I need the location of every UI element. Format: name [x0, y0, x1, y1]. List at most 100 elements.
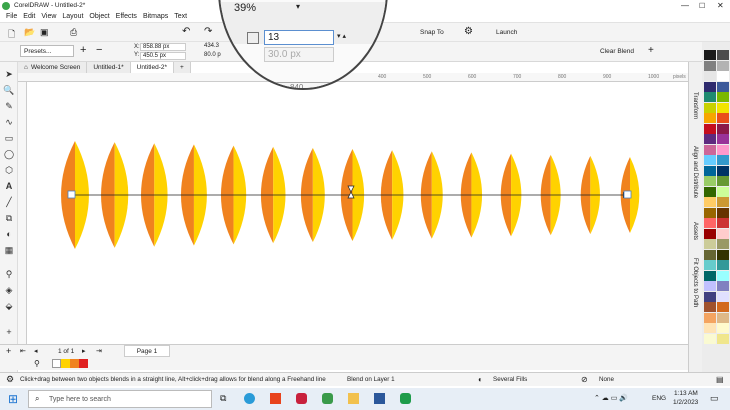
windows-start-icon[interactable]: ⊞ — [8, 392, 18, 406]
edge-icon[interactable] — [244, 393, 255, 404]
save-icon[interactable]: ▣ — [40, 27, 49, 38]
blend-group[interactable] — [27, 82, 688, 344]
palette-swatch[interactable] — [717, 249, 729, 260]
transparency-tool-icon[interactable]: ◐ — [3, 228, 15, 240]
palette-swatch[interactable] — [717, 134, 729, 144]
pattern-tool-icon[interactable]: ▦ — [3, 244, 15, 256]
y-position-field[interactable]: 450.5 px — [140, 52, 186, 60]
steps-spinner-icon[interactable]: ▾ ▴ — [337, 32, 346, 40]
redo-icon[interactable]: ↷ — [204, 26, 212, 37]
palette-swatch[interactable] — [717, 165, 729, 176]
palette-swatch[interactable] — [717, 113, 729, 123]
system-tray-icons[interactable]: ⌃ ☁ ▭ 🔊 — [594, 394, 628, 402]
launch-button[interactable]: Launch — [496, 29, 517, 36]
curve-tool-icon[interactable]: ∿ — [3, 116, 15, 128]
add-preset-icon[interactable]: + — [80, 44, 86, 56]
smart-fill-icon[interactable]: ⬙ — [3, 300, 15, 312]
palette-swatch[interactable] — [704, 197, 716, 207]
line-tool-icon[interactable]: ╱ — [3, 196, 15, 208]
remove-preset-icon[interactable]: − — [96, 44, 102, 56]
settings-gear-icon[interactable]: ⚙ — [464, 26, 473, 37]
blend-spacing-field[interactable]: 30.0 px — [264, 47, 334, 62]
docker-assets[interactable]: Assets — [692, 222, 698, 240]
palette-swatch[interactable] — [717, 291, 729, 302]
task-view-icon[interactable]: ⧉ — [220, 393, 226, 404]
palette-swatch[interactable] — [717, 218, 729, 228]
close-button[interactable]: ✕ — [717, 1, 724, 10]
palette-swatch[interactable] — [704, 102, 716, 113]
menu-effects[interactable]: Effects — [116, 13, 137, 20]
menu-file[interactable]: File — [6, 13, 17, 20]
freehand-tool-icon[interactable]: ✎ — [3, 100, 15, 112]
add-icon[interactable]: + — [648, 45, 654, 56]
palette-swatch[interactable] — [704, 60, 716, 71]
pick-tool-icon[interactable]: ➤ — [3, 68, 15, 80]
palette-swatch[interactable] — [717, 81, 729, 92]
word-icon[interactable] — [374, 393, 385, 404]
docker-align-distribute[interactable]: Align and Distribute — [692, 146, 698, 198]
palette-swatch[interactable] — [704, 323, 716, 333]
palette-swatch[interactable] — [717, 144, 729, 155]
file-explorer-icon[interactable] — [348, 393, 359, 404]
menu-layout[interactable]: Layout — [62, 13, 83, 20]
palette-swatch[interactable] — [717, 176, 729, 186]
palette-swatch[interactable] — [717, 102, 729, 113]
palette-swatch[interactable] — [704, 81, 716, 92]
status-settings-icon[interactable]: ▤ — [716, 375, 724, 384]
palette-swatch[interactable] — [717, 71, 729, 81]
palette-swatch[interactable] — [704, 218, 716, 228]
status-gear-icon[interactable]: ⚙ — [6, 374, 14, 385]
width-field[interactable]: 434.3 — [204, 43, 224, 51]
office-icon[interactable] — [270, 393, 281, 404]
palette-swatch[interactable] — [704, 155, 716, 165]
fill-tool-icon[interactable]: ◈ — [3, 284, 15, 296]
new-document-icon[interactable]: 🗋 — [8, 27, 15, 43]
tab-untitled-2[interactable]: Untitled-2* — [130, 62, 175, 73]
palette-swatch[interactable] — [704, 270, 716, 281]
open-icon[interactable]: 📂 — [24, 27, 35, 38]
blend-start-handle[interactable] — [67, 190, 76, 199]
zoom-level[interactable]: 39% — [234, 2, 256, 14]
tab-untitled-1[interactable]: Untitled-1* — [87, 62, 131, 73]
blend-end-handle[interactable] — [623, 190, 632, 199]
drawing-canvas[interactable] — [27, 82, 688, 344]
palette-swatch[interactable] — [704, 71, 716, 81]
palette-swatch[interactable] — [704, 113, 716, 123]
menu-edit[interactable]: Edit — [23, 13, 35, 20]
palette-swatch[interactable] — [717, 92, 729, 102]
blend-steps-field[interactable]: 13 — [264, 30, 334, 45]
prev-page-icon[interactable]: ◂ — [34, 347, 38, 355]
palette-swatch[interactable] — [704, 302, 716, 312]
palette-swatch[interactable] — [717, 260, 729, 270]
undo-icon[interactable]: ↶ — [182, 26, 190, 37]
palette-swatch[interactable] — [704, 123, 716, 134]
active-app-icon[interactable] — [400, 393, 411, 404]
text-tool-icon[interactable]: A — [3, 180, 15, 192]
swatch-yellow[interactable] — [61, 359, 70, 368]
docker-transform[interactable]: Transform — [692, 92, 698, 119]
menu-view[interactable]: View — [41, 13, 56, 20]
palette-swatch[interactable] — [717, 281, 729, 291]
swatch-red[interactable] — [79, 359, 88, 368]
palette-swatch[interactable] — [704, 333, 716, 344]
palette-swatch[interactable] — [704, 228, 716, 239]
palette-swatch[interactable] — [717, 270, 729, 281]
menu-object[interactable]: Object — [89, 13, 109, 20]
print-icon[interactable]: ⎙ — [70, 27, 77, 38]
clock-time[interactable]: 1:13 AM — [674, 390, 698, 397]
menu-text[interactable]: Text — [174, 13, 187, 20]
eyedropper-tool-icon[interactable]: ⚲ — [3, 268, 15, 280]
first-page-icon[interactable]: ⇤ — [20, 347, 26, 355]
palette-swatch[interactable] — [717, 333, 729, 344]
new-tab-button[interactable]: + — [174, 62, 191, 73]
palette-swatch[interactable] — [704, 134, 716, 144]
page-tab[interactable]: Page 1 — [124, 345, 170, 357]
palette-swatch[interactable] — [704, 291, 716, 302]
clock-date[interactable]: 1/2/2023 — [673, 399, 698, 406]
docker-fit-objects-to-path[interactable]: Fit Objects to Path — [692, 258, 698, 307]
palette-swatch[interactable] — [717, 239, 729, 249]
palette-swatch[interactable] — [717, 197, 729, 207]
palette-swatch[interactable] — [717, 186, 729, 197]
palette-swatch[interactable] — [704, 92, 716, 102]
palette-swatch[interactable] — [717, 312, 729, 323]
